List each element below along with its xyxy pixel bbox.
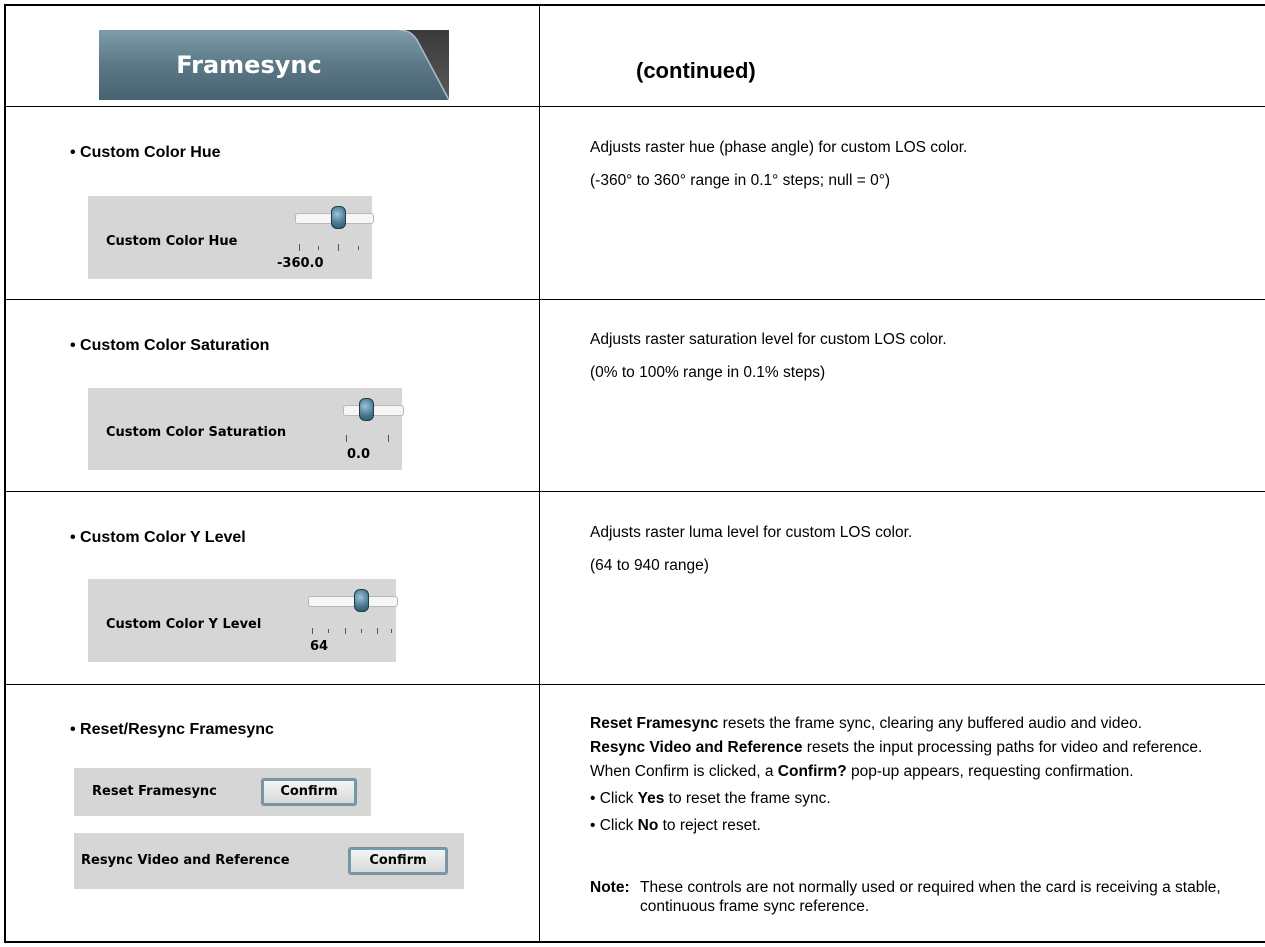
bold-term: Resync Video and Reference (590, 739, 803, 756)
ylevel-right-cell: Adjusts raster luma level for custom LOS… (540, 492, 1265, 684)
paragraph-text: resets the frame sync, clearing any buff… (718, 715, 1143, 732)
ylevel-left-cell: • Custom Color Y Level Custom Color Y Le… (6, 492, 539, 684)
slider-tick (388, 435, 389, 442)
bullet-text: • Click (590, 790, 638, 807)
continued-heading: (continued) (636, 58, 756, 83)
reset-paragraph: Reset Framesync resets the frame sync, c… (590, 714, 1248, 733)
description-text: Adjusts raster hue (phase angle) for cus… (590, 139, 968, 156)
slider-value: -360.0 (277, 256, 324, 271)
bold-term: Reset Framesync (590, 715, 719, 732)
slider-label: Custom Color Hue (106, 234, 238, 249)
slider-tick (312, 628, 313, 634)
hue-description: Adjusts raster hue (phase angle) for cus… (590, 138, 1248, 190)
reset-confirm-button[interactable]: Confirm (261, 778, 357, 806)
bullet-text: to reset the frame sync. (664, 790, 831, 807)
tab-title[interactable]: Framesync (99, 30, 399, 100)
item-title: • Reset/Resync Framesync (70, 721, 274, 738)
slider-value: 64 (310, 639, 329, 654)
reset-framesync-widget: Reset Framesync Confirm (74, 768, 371, 816)
header-right-cell: (continued) (540, 6, 1265, 106)
slider-knob[interactable] (331, 206, 346, 229)
reset-right-cell: Reset Framesync resets the frame sync, c… (540, 685, 1265, 941)
slider-label: Custom Color Saturation (106, 425, 287, 440)
slider-knob[interactable] (354, 589, 369, 612)
slider-tick (361, 629, 362, 633)
saturation-right-cell: Adjusts raster saturation level for cust… (540, 300, 1265, 491)
hue-right-cell: Adjusts raster hue (phase angle) for cus… (540, 107, 1265, 299)
slider-tick (346, 435, 347, 442)
slider-tick (328, 629, 329, 633)
description-text: Adjusts raster saturation level for cust… (590, 331, 947, 348)
description-text: Adjusts raster luma level for custom LOS… (590, 524, 913, 541)
bullet-yes: • Click Yes to reset the frame sync. (590, 789, 1248, 808)
ylevel-description: Adjusts raster luma level for custom LOS… (590, 523, 1248, 575)
document-table: Framesync (continued) • Custom Color Hue… (4, 4, 1265, 943)
slider-tick (391, 629, 392, 633)
note-label: Note: (590, 879, 630, 896)
bold-term: Confirm? (777, 763, 847, 780)
slider-knob[interactable] (359, 398, 374, 421)
note-text: These controls are not normally used or … (640, 879, 1221, 915)
slider-tick (377, 628, 378, 634)
saturation-slider-widget: Custom Color Saturation 0.0 (88, 388, 404, 470)
hue-slider-widget: Custom Color Hue -360.0 (88, 196, 374, 279)
paragraph-text: pop-up appears, requesting confirmation. (846, 763, 1134, 780)
slider-tick (318, 246, 319, 250)
saturation-description: Adjusts raster saturation level for cust… (590, 330, 1248, 382)
bullet-text: to reject reset. (658, 817, 761, 834)
ylevel-slider-widget: Custom Color Y Level 64 (88, 579, 398, 662)
resync-paragraph: Resync Video and Reference resets the in… (590, 738, 1248, 757)
confirm-paragraph: When Confirm is clicked, a Confirm? pop-… (590, 762, 1248, 781)
bold-term: Yes (637, 790, 665, 807)
framesync-tab-banner: Framesync (99, 30, 449, 100)
resync-video-label: Resync Video and Reference (81, 853, 290, 868)
header-left-cell: Framesync (6, 6, 539, 106)
resync-video-widget: Resync Video and Reference Confirm (74, 833, 464, 889)
saturation-left-cell: • Custom Color Saturation Custom Color S… (6, 300, 539, 491)
bullet-no: • Click No to reject reset. (590, 816, 1248, 835)
slider-label: Custom Color Y Level (106, 617, 262, 632)
bold-term: No (637, 817, 659, 834)
item-title: • Custom Color Saturation (70, 337, 270, 354)
item-title: • Custom Color Hue (70, 144, 221, 161)
slider-track[interactable] (308, 596, 398, 607)
slider-value: 0.0 (347, 447, 371, 462)
range-text: (0% to 100% range in 0.1% steps) (590, 364, 826, 381)
paragraph-text: resets the input processing paths for vi… (802, 739, 1203, 756)
resync-confirm-button[interactable]: Confirm (348, 847, 448, 875)
reset-left-cell: • Reset/Resync Framesync Reset Framesync… (6, 685, 539, 941)
slider-tick (345, 628, 346, 634)
item-title: • Custom Color Y Level (70, 529, 246, 546)
bullet-text: • Click (590, 817, 638, 834)
slider-tick (299, 244, 300, 251)
range-text: (-360° to 360° range in 0.1° steps; null… (590, 172, 891, 189)
reset-framesync-label: Reset Framesync (92, 784, 217, 799)
slider-tick (338, 244, 339, 251)
slider-tick (358, 246, 359, 250)
paragraph-text: When Confirm is clicked, a (590, 763, 778, 780)
reset-description: Reset Framesync resets the frame sync, c… (590, 714, 1248, 835)
range-text: (64 to 940 range) (590, 557, 709, 574)
hue-left-cell: • Custom Color Hue Custom Color Hue -360… (6, 107, 539, 299)
